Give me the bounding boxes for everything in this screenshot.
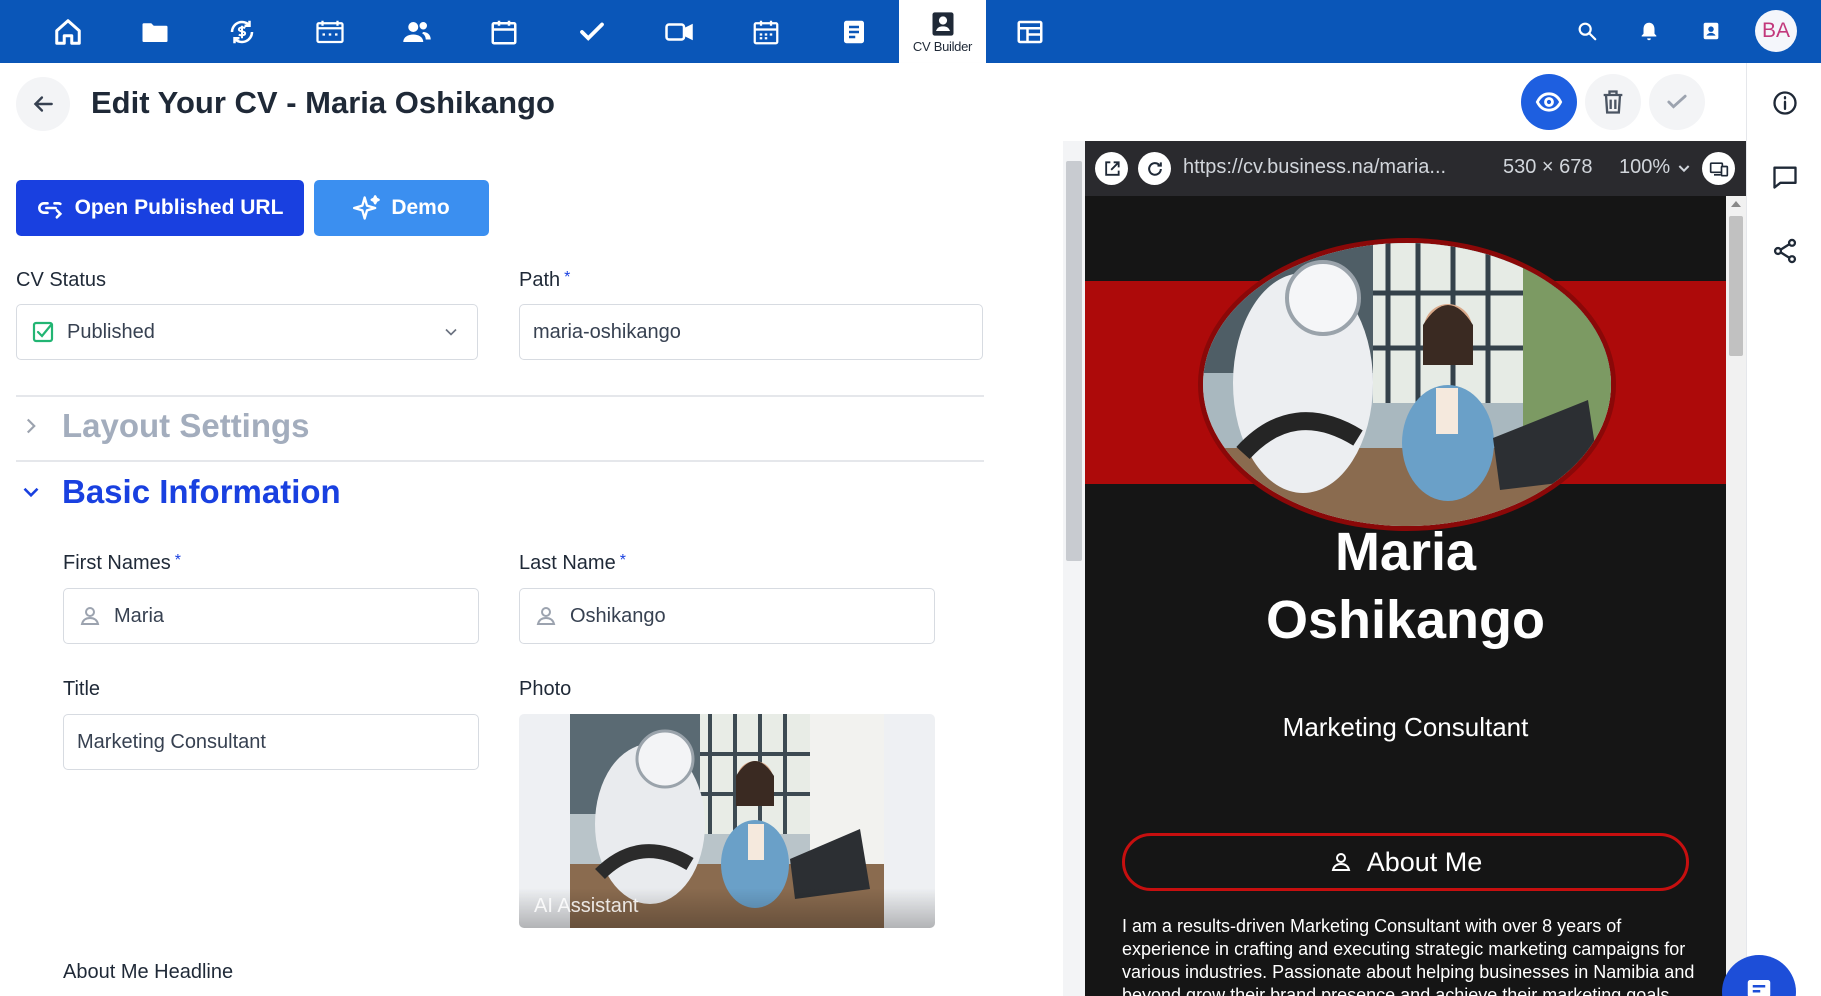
preview-page: Maria Oshikango Marketing Consultant Abo… (1085, 196, 1726, 996)
divider (16, 460, 984, 462)
board-icon[interactable] (295, 0, 365, 63)
info-icon[interactable] (1769, 87, 1801, 119)
sparkle-icon (353, 195, 381, 220)
preview-scrollbar[interactable] (1726, 196, 1746, 996)
tasks-icon[interactable] (557, 0, 627, 63)
form-scrollbar-thumb[interactable] (1066, 161, 1082, 561)
user-icon (78, 604, 102, 628)
notes-icon[interactable] (819, 0, 889, 63)
eye-icon (1535, 92, 1563, 112)
ai-assistant-label[interactable]: AI Assistant (534, 895, 639, 918)
divider (16, 395, 984, 397)
layout-settings-title: Layout Settings (62, 407, 310, 444)
preview-scrollbar-thumb[interactable] (1729, 216, 1743, 356)
device-toggle-button[interactable] (1702, 152, 1735, 185)
title-label: Title (63, 678, 101, 700)
path-label: Path * (519, 269, 571, 291)
external-link-icon (1104, 160, 1120, 176)
calendar-icon[interactable] (469, 0, 539, 63)
title-value: Marketing Consultant (77, 730, 266, 753)
bell-icon[interactable] (1634, 16, 1664, 46)
cv-status-label: CV Status (16, 269, 107, 291)
page-title: Edit Your CV - Maria Oshikango (91, 85, 555, 120)
scroll-up-arrow[interactable] (1731, 201, 1741, 207)
right-rail (1746, 63, 1821, 996)
photo-upload[interactable]: AI Assistant (519, 714, 935, 928)
check-icon (1667, 94, 1687, 109)
open-published-url-label: Open Published URL (74, 196, 284, 219)
form-scrollbar[interactable] (1063, 141, 1085, 996)
chevron-down-icon (445, 328, 457, 336)
top-navigation-bar: CV Builder BA (0, 0, 1821, 63)
preview-first-name: Maria (1334, 522, 1477, 582)
preview-title: Marketing Consultant (1282, 712, 1529, 742)
basic-information-title: Basic Information (62, 473, 341, 510)
user-avatar[interactable]: BA (1755, 10, 1797, 52)
first-names-value: Maria (114, 604, 165, 627)
preview-button[interactable] (1521, 74, 1577, 130)
last-name-value: Oshikango (570, 604, 666, 627)
path-value: maria-oshikango (533, 320, 681, 343)
about-me-text: I am a results-driven Marketing Consulta… (1122, 916, 1695, 996)
comment-icon[interactable] (1769, 161, 1801, 193)
share-icon[interactable] (1769, 235, 1801, 267)
refresh-button[interactable] (1138, 152, 1171, 185)
trash-icon (1603, 90, 1623, 114)
preview-url[interactable]: https://cv.business.na/maria... (1183, 156, 1446, 179)
user-icon (534, 604, 558, 628)
preview-last-name: Oshikango (1265, 590, 1546, 650)
section-layout-settings[interactable]: Layout Settings (18, 407, 310, 445)
devices-icon (1709, 161, 1728, 176)
cv-status-value: Published (67, 320, 155, 343)
last-name-label: Last Name * (519, 552, 626, 574)
preview-size: 530 × 678 (1503, 156, 1593, 178)
video-icon[interactable] (644, 0, 714, 63)
schedule-icon[interactable] (731, 0, 801, 63)
open-external-button[interactable] (1095, 152, 1128, 185)
first-names-label: First Names * (63, 552, 182, 574)
title-input[interactable]: Marketing Consultant (63, 714, 479, 770)
demo-button[interactable]: Demo (314, 180, 489, 236)
about-me-label: About Me (1366, 846, 1483, 877)
contact-card-icon[interactable] (1696, 16, 1726, 46)
chat-icon (1747, 980, 1771, 996)
finance-icon[interactable] (207, 0, 277, 63)
demo-label: Demo (391, 196, 450, 219)
cv-edit-form: Open Published URL Demo CV Status Publis… (0, 141, 1063, 996)
last-name-input[interactable]: Oshikango (519, 588, 935, 644)
first-names-input[interactable]: Maria (63, 588, 479, 644)
about-me-button[interactable]: About Me (1122, 833, 1689, 891)
preview-zoom-value: 100% (1619, 156, 1671, 178)
user-icon (1331, 853, 1350, 871)
cv-builder-icon (932, 11, 953, 36)
nav-active-label: CV Builder (912, 38, 973, 54)
preview-toolbar: https://cv.business.na/maria... 530 × 67… (1085, 141, 1746, 196)
home-icon[interactable] (33, 0, 103, 63)
back-button[interactable] (16, 77, 70, 131)
chevron-right-icon (18, 413, 44, 439)
section-basic-information[interactable]: Basic Information (18, 473, 341, 511)
folder-icon[interactable] (120, 0, 190, 63)
cv-status-select[interactable]: Published (16, 304, 478, 360)
delete-button[interactable] (1585, 74, 1641, 130)
arrow-left-icon (33, 96, 53, 112)
chevron-down-icon (18, 479, 44, 505)
about-me-headline-label: About Me Headline (63, 961, 234, 983)
layout-icon[interactable] (995, 0, 1065, 63)
refresh-icon (1147, 161, 1162, 176)
checkbox-checked-icon (31, 320, 55, 344)
page-header: Edit Your CV - Maria Oshikango (0, 63, 1746, 141)
contacts-icon[interactable] (382, 0, 452, 63)
path-input[interactable]: maria-oshikango (519, 304, 983, 360)
nav-item-cv-builder[interactable]: CV Builder (899, 0, 986, 63)
open-published-url-button[interactable]: Open Published URL (16, 180, 304, 236)
save-button[interactable] (1649, 74, 1705, 130)
link-icon (37, 202, 62, 219)
preview-profile-photo (1198, 238, 1616, 531)
cv-preview-panel: https://cv.business.na/maria... 530 × 67… (1085, 141, 1746, 996)
preview-zoom-select[interactable]: 100% (1619, 156, 1692, 179)
photo-label: Photo (519, 678, 572, 700)
chevron-down-icon (1678, 164, 1690, 172)
search-icon[interactable] (1572, 16, 1602, 46)
